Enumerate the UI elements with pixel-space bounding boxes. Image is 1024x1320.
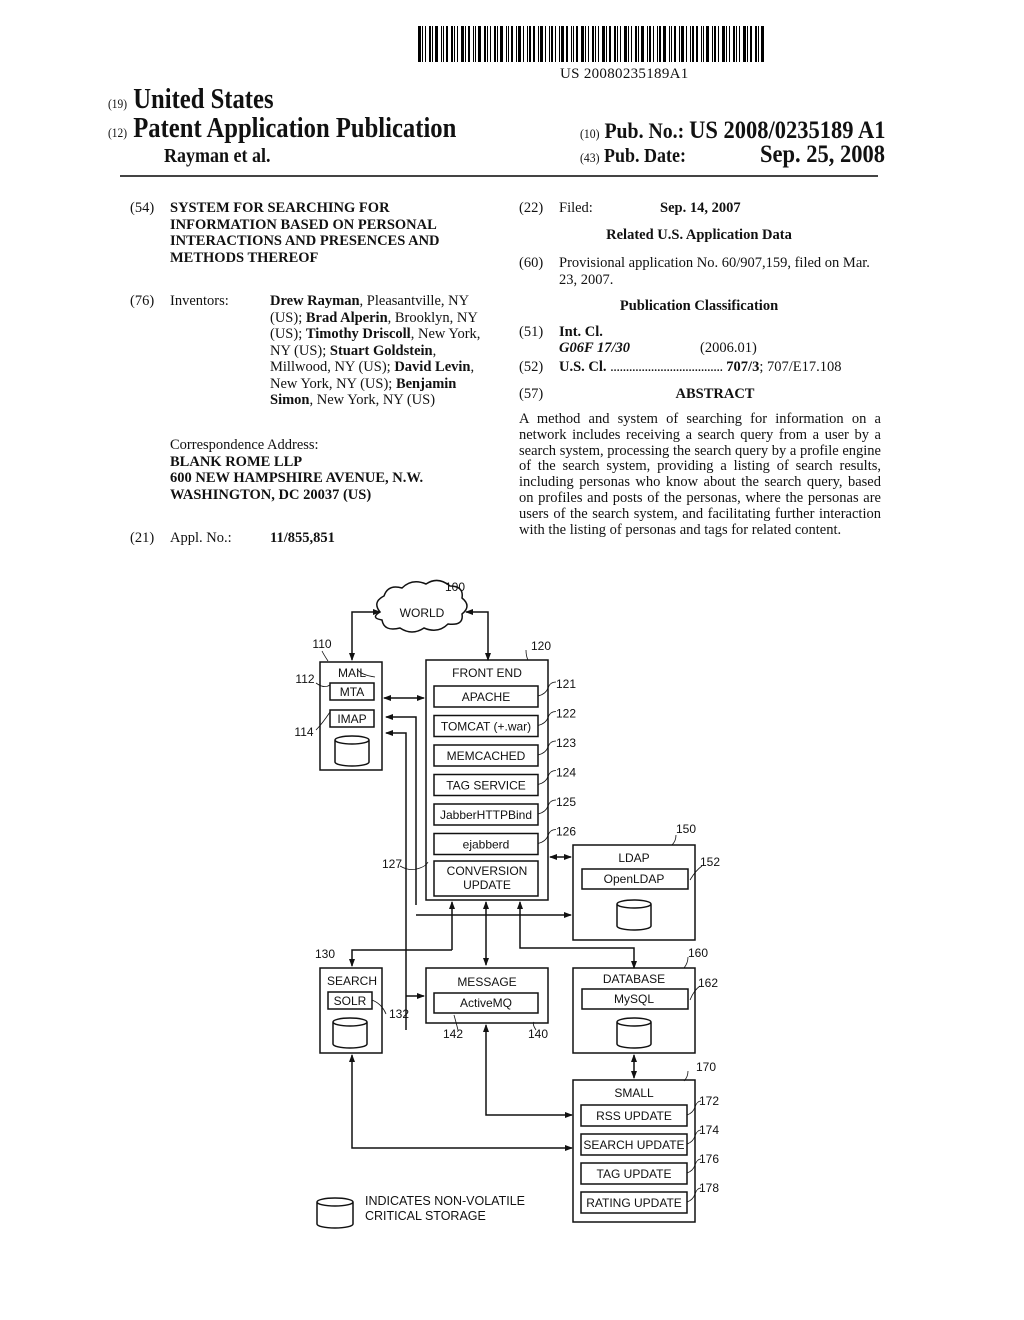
openldap-label: OpenLDAP [604,872,665,886]
database-ref: 160 [688,946,708,960]
small-component-label: SEARCH UPDATE [583,1138,684,1152]
search-title: SEARCH [327,974,377,988]
small-component-label: RATING UPDATE [586,1196,682,1210]
front-end-component-label: ejabberd [463,838,510,852]
mta-ref: 112 [295,672,314,686]
mail-ref: 110 [312,637,331,651]
front-end-component-label: TOMCAT (+.war) [441,720,531,734]
legend-line1: INDICATES NON-VOLATILE [365,1194,525,1208]
mta-label: MTA [340,685,364,699]
message-title: MESSAGE [457,975,516,989]
imap-label: IMAP [337,712,366,726]
mysql-ref: 162 [698,976,718,990]
small-component-label: RSS UPDATE [596,1109,672,1123]
small-component-ref: 176 [699,1152,719,1166]
ldap-ref: 150 [676,822,696,836]
openldap-ref: 152 [700,855,720,869]
front-end-component-ref: 125 [556,795,576,809]
small-ref: 170 [696,1060,716,1074]
small-title: SMALL [614,1086,654,1100]
message-ref: 140 [528,1027,548,1041]
search-storage-icon [332,1017,368,1049]
front-end-component-label: TAG SERVICE [446,779,526,793]
front-end-component-ref: 122 [556,707,576,721]
solr-label: SOLR [334,994,367,1008]
front-end-component-label: JabberHTTPBind [440,808,532,822]
world-ref: 100 [445,580,465,594]
front-end-component-label: MEMCACHED [447,749,526,763]
world-label: WORLD [400,606,445,620]
legend-storage-icon [316,1197,354,1229]
database-storage-icon [616,1017,652,1049]
small-component-ref: 178 [699,1181,719,1195]
mail-storage-icon [334,735,370,767]
imap-ref: 114 [294,725,313,739]
small-component-ref: 174 [699,1123,719,1137]
activemq-label: ActiveMQ [460,996,512,1010]
front-end-component-ref: 123 [556,736,576,750]
ldap-title: LDAP [618,851,649,865]
solr-ref: 132 [389,1007,409,1021]
front-end-component-label: APACHE [462,690,510,704]
front-end-ref: 120 [531,639,551,653]
search-ref: 130 [315,947,335,961]
conversion-ref: 127 [382,857,402,871]
database-title: DATABASE [603,972,665,986]
small-component-ref: 172 [699,1094,719,1108]
activemq-ref: 142 [443,1027,463,1041]
conversion-line1: CONVERSION [447,864,528,878]
system-diagram: WORLD 100 MAIL MTA IMAP 110 112 114 FRON… [294,579,720,1229]
front-end-title: FRONT END [452,666,522,680]
front-end-component-ref: 124 [556,766,576,780]
front-end-component-ref: 121 [556,677,576,691]
legend-line2: CRITICAL STORAGE [365,1209,486,1223]
front-end-component-ref: 126 [556,825,576,839]
small-component-label: TAG UPDATE [597,1167,672,1181]
ldap-storage-icon [616,899,652,931]
conversion-line2: UPDATE [463,878,511,892]
mysql-label: MySQL [614,992,654,1006]
